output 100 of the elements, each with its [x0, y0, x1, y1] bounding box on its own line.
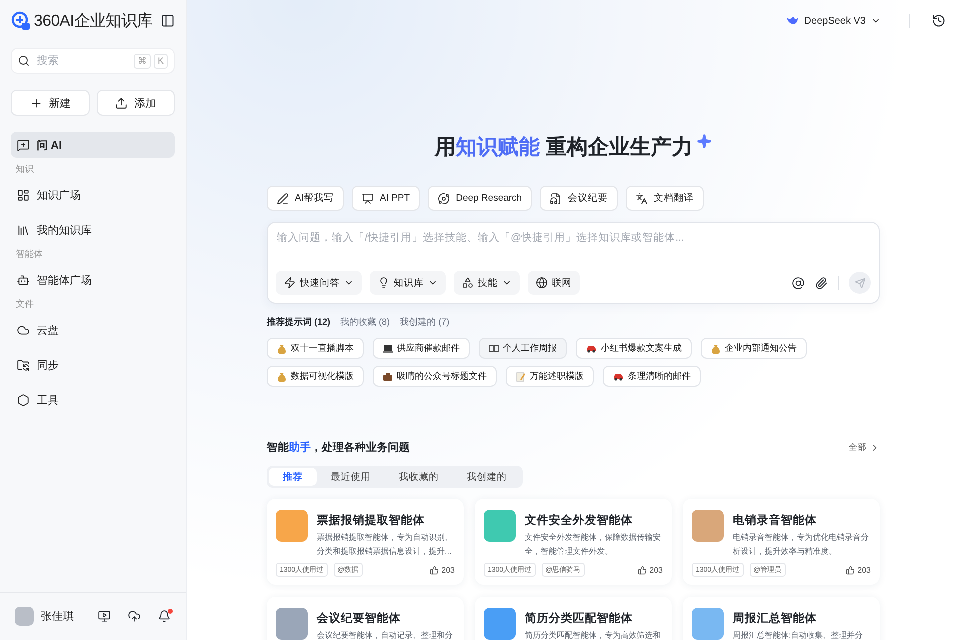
nav-item[interactable]: 工具 — [11, 387, 175, 413]
model-selector[interactable]: DeepSeek V3 — [780, 14, 887, 28]
card-description: 周报汇总智能体:自动收集、整理并分 — [733, 630, 864, 640]
prompt-chip[interactable]: 供应商催款邮件 — [373, 338, 470, 359]
book-icon — [489, 344, 499, 354]
prompt-chip[interactable]: 吸睛的公众号标题文件 — [373, 366, 497, 387]
thumbs-up-icon — [846, 566, 855, 574]
assistant-card[interactable]: 简历分类匹配智能体 简历分类匹配智能体，专为高效筛选和 — [475, 597, 672, 640]
robot-icon — [17, 274, 30, 286]
nav-item[interactable]: 问 AI — [11, 132, 175, 158]
prompt-chip[interactable]: 个人工作周报 — [479, 338, 567, 359]
briefcase-icon — [383, 372, 393, 382]
chat-icon — [17, 138, 30, 152]
presentation-icon — [362, 192, 374, 204]
grid-icon — [17, 188, 30, 202]
like-count[interactable]: 203 — [638, 566, 663, 574]
money-bag-icon — [277, 344, 287, 354]
nav-item[interactable]: 同步 — [11, 352, 175, 378]
money-bag-icon — [277, 372, 287, 382]
assistant-tab[interactable]: 最近使用 — [317, 468, 385, 486]
translate-icon — [636, 192, 648, 204]
prompt-chip[interactable]: 企业内部通知公告 — [701, 338, 807, 359]
shapes-icon — [462, 277, 474, 289]
action-button[interactable]: 新建 — [11, 90, 90, 116]
card-description: 票据报销提取智能体，专为自动识别、分类和提取报销票据信息设计，提升... — [317, 532, 454, 558]
option-button[interactable]: 快速问答 — [276, 271, 362, 295]
lightbulb-icon — [378, 277, 390, 289]
nav-item[interactable]: 我的知识库 — [11, 217, 175, 243]
view-all-link[interactable]: 全部 — [849, 442, 880, 454]
brand-name: 360AI企业知识库 — [34, 12, 153, 32]
card-title: 文件安全外发智能体 — [525, 513, 634, 528]
card-title: 会议纪要智能体 — [317, 611, 402, 626]
mention-icon[interactable] — [792, 276, 805, 290]
thumbs-up-icon — [638, 566, 647, 574]
nav-section-label: 知识 — [15, 163, 35, 176]
send-icon — [854, 278, 866, 288]
orbit-icon — [438, 192, 450, 204]
sidebar-toggle-icon[interactable] — [161, 14, 175, 28]
monitor-icon[interactable] — [98, 610, 111, 623]
paperclip-icon[interactable] — [815, 276, 828, 290]
like-count[interactable]: 203 — [430, 566, 455, 574]
section-title: 智能助手，处理各种业务问题 — [267, 440, 410, 455]
like-count[interactable]: 203 — [846, 566, 871, 574]
action-button[interactable]: 添加 — [96, 90, 175, 116]
pen-icon — [277, 192, 289, 204]
plus-icon — [30, 96, 43, 110]
hexagon-icon — [17, 394, 30, 406]
tool-button[interactable]: 会议纪要 — [540, 186, 618, 211]
prompt-tab[interactable]: 推荐提示词 (12) — [267, 316, 331, 329]
card-description: 会议纪要智能体，自动记录、整理和分 — [317, 630, 453, 640]
assistant-tab[interactable]: 推荐 — [269, 468, 317, 486]
bell-icon[interactable] — [158, 610, 171, 623]
prompt-chip[interactable]: 数据可视化模版 — [267, 366, 364, 387]
nav-item[interactable]: 知识广场 — [11, 182, 175, 208]
sparkle-icon — [696, 134, 712, 148]
card-title: 电销录音智能体 — [733, 513, 818, 528]
card-title: 周报汇总智能体 — [733, 611, 818, 626]
nav-item[interactable]: 云盘 — [11, 317, 175, 343]
assistant-tab[interactable]: 我创建的 — [453, 468, 521, 486]
cloud-upload-icon[interactable] — [128, 610, 141, 623]
thumbs-up-icon — [430, 566, 439, 574]
folder-icon — [17, 358, 30, 372]
globe-icon — [536, 277, 548, 289]
option-button[interactable]: 技能 — [454, 271, 520, 295]
car-icon — [613, 372, 624, 382]
shortcut-key: ⌘ — [134, 54, 151, 68]
user-name: 张佳琪 — [41, 610, 75, 624]
prompt-chip[interactable]: 双十一直播脚本 — [267, 338, 364, 359]
card-description: 电销录音智能体，专为优化电销录音分析设计，提升效率与精准度。 — [733, 532, 870, 558]
laptop-icon — [383, 344, 393, 354]
tool-button[interactable]: 文档翻译 — [626, 186, 704, 211]
prompt-tab[interactable]: 我创建的 (7) — [400, 316, 450, 329]
memo-icon — [516, 372, 526, 382]
audio-file-icon — [550, 192, 562, 204]
card-title: 票据报销提取智能体 — [317, 513, 426, 528]
tool-button[interactable]: AI PPT — [352, 186, 420, 211]
option-button[interactable]: 联网 — [528, 271, 580, 295]
upload-icon — [115, 96, 128, 110]
assistant-card[interactable]: 周报汇总智能体 周报汇总智能体:自动收集、整理并分 — [683, 597, 880, 640]
card-title: 简历分类匹配智能体 — [525, 611, 634, 626]
logo-icon — [11, 11, 31, 31]
prompt-chip[interactable]: 条理清晰的邮件 — [603, 366, 701, 387]
nav-section-label: 智能体 — [15, 248, 44, 261]
hero-title: 用知识赋能 重构企业生产力 — [267, 133, 880, 161]
tool-button[interactable]: Deep Research — [428, 186, 532, 211]
cloud-icon — [17, 324, 30, 336]
search-field[interactable]: 搜索 — [36, 55, 116, 67]
prompt-chip[interactable]: 小红书爆款文案生成 — [576, 338, 692, 359]
book-icon — [17, 224, 30, 236]
shortcut-key: K — [154, 54, 168, 68]
option-button[interactable]: 知识库 — [370, 271, 446, 295]
history-icon[interactable] — [932, 14, 946, 28]
prompt-chip[interactable]: 万能述职模版 — [506, 366, 594, 387]
tool-button[interactable]: AI帮我写 — [267, 186, 344, 211]
prompt-tab[interactable]: 我的收藏 (8) — [340, 316, 390, 329]
whale-icon — [786, 16, 800, 26]
nav-item[interactable]: 智能体广场 — [11, 267, 175, 293]
money-bag-icon — [711, 344, 721, 354]
assistant-card[interactable]: 会议纪要智能体 会议纪要智能体，自动记录、整理和分 — [267, 597, 464, 640]
assistant-tab[interactable]: 我收藏的 — [385, 468, 453, 486]
